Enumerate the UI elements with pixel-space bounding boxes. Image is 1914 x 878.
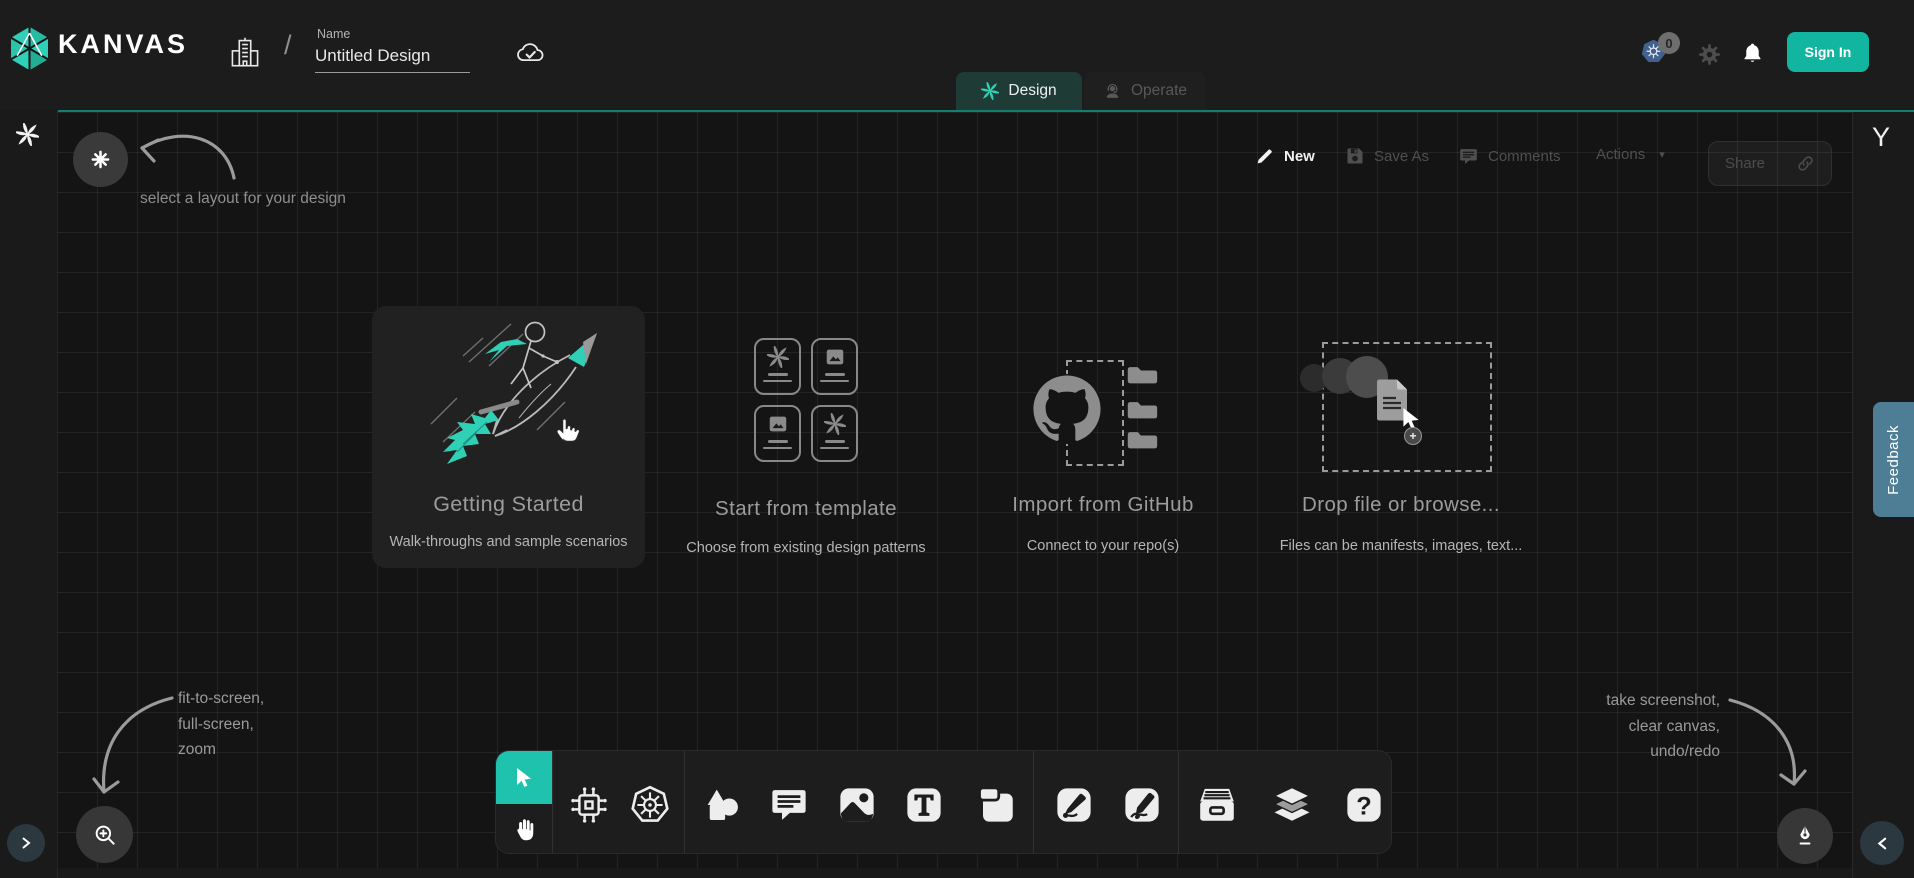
text-tool[interactable] bbox=[903, 784, 945, 826]
feedback-label: Feedback bbox=[1885, 425, 1902, 495]
layout-hint-arrow bbox=[112, 112, 242, 187]
tab-operate[interactable]: Operate bbox=[1084, 72, 1206, 110]
folder-icon bbox=[1126, 430, 1160, 451]
screenshot-pen-button[interactable] bbox=[1777, 808, 1833, 864]
expand-left-panel-button[interactable] bbox=[7, 824, 45, 862]
comments-bubble-icon bbox=[1458, 146, 1479, 167]
save-as-label: Save As bbox=[1374, 148, 1429, 165]
save-floppy-icon bbox=[1345, 146, 1365, 166]
pen-nib-icon bbox=[1792, 823, 1818, 849]
new-button[interactable]: New bbox=[1255, 146, 1315, 166]
tab-operate-label: Operate bbox=[1131, 82, 1187, 100]
pinwheel-icon bbox=[824, 413, 846, 435]
pan-tool[interactable] bbox=[496, 804, 552, 854]
notification-count-badge: 0 bbox=[1658, 32, 1680, 54]
new-pencil-icon bbox=[1255, 146, 1275, 166]
breadcrumb-slash: / bbox=[284, 30, 292, 61]
tool-palette bbox=[495, 750, 1392, 854]
settings-gear-icon[interactable] bbox=[1697, 42, 1722, 67]
comments-label: Comments bbox=[1488, 148, 1561, 165]
hand-cursor bbox=[550, 410, 586, 446]
template-tile bbox=[811, 338, 858, 395]
help-tool[interactable] bbox=[1343, 784, 1385, 826]
comment-tool[interactable] bbox=[768, 784, 810, 826]
share-label: Share bbox=[1725, 155, 1765, 172]
notifications-bell-icon[interactable] bbox=[1740, 41, 1765, 66]
card-title-template: Start from template bbox=[660, 497, 952, 521]
new-label: New bbox=[1284, 148, 1315, 165]
zoom-button[interactable] bbox=[76, 806, 133, 863]
left-panel-spiral-icon[interactable] bbox=[16, 123, 39, 146]
layout-asterisk-icon bbox=[89, 148, 112, 171]
pen-path-tool[interactable] bbox=[1053, 784, 1095, 826]
card-subtitle-template: Choose from existing design patterns bbox=[652, 540, 960, 556]
share-button[interactable]: Share bbox=[1708, 141, 1832, 186]
archive-tool[interactable] bbox=[1196, 784, 1238, 826]
pencil-tool[interactable] bbox=[1121, 784, 1163, 826]
pinwheel-icon bbox=[767, 346, 789, 368]
card-subtitle-drop: Files can be manifests, images, text... bbox=[1264, 538, 1538, 554]
card-title-drop: Drop file or browse... bbox=[1275, 493, 1527, 517]
comments-button[interactable]: Comments bbox=[1458, 146, 1561, 167]
github-octocat-icon bbox=[1032, 374, 1102, 444]
shapes-tool[interactable] bbox=[701, 784, 743, 826]
template-tile bbox=[811, 405, 858, 462]
zoom-hint-text: fit-to-screen, full-screen, zoom bbox=[178, 686, 264, 763]
cursor-arrow-icon bbox=[512, 766, 536, 790]
actions-dropdown[interactable]: Actions ▾ bbox=[1596, 146, 1665, 163]
template-tile bbox=[754, 338, 801, 395]
zoom-hint-arrow bbox=[88, 692, 180, 804]
brand-name: KANVAS bbox=[58, 29, 188, 60]
image-tool[interactable] bbox=[836, 784, 878, 826]
org-building-icon[interactable] bbox=[229, 35, 261, 69]
kanvas-app: KANVAS / Name 0 Sign In Design Operate Y bbox=[0, 0, 1914, 878]
image-icon bbox=[766, 413, 790, 435]
cloud-saved-icon bbox=[515, 40, 546, 64]
layers-tool[interactable] bbox=[1271, 784, 1313, 826]
image-icon bbox=[823, 346, 847, 368]
design-name-input[interactable] bbox=[315, 46, 470, 73]
expand-right-panel-button[interactable] bbox=[1860, 821, 1904, 865]
card-title-getting-started: Getting Started bbox=[372, 492, 645, 517]
left-panel-strip bbox=[0, 110, 58, 878]
plus-badge: + bbox=[1404, 427, 1422, 445]
card-title-github: Import from GitHub bbox=[988, 493, 1218, 517]
magnifier-plus-icon bbox=[92, 822, 118, 848]
layout-hint-text: select a layout for your design bbox=[140, 186, 346, 212]
template-tile bbox=[754, 405, 801, 462]
hand-icon bbox=[511, 816, 538, 843]
note-tool[interactable] bbox=[976, 784, 1018, 826]
design-name-label: Name bbox=[317, 27, 350, 41]
sign-in-button[interactable]: Sign In bbox=[1787, 32, 1869, 72]
operate-person-icon bbox=[1103, 82, 1122, 101]
tab-design[interactable]: Design bbox=[956, 72, 1082, 110]
kubernetes-tool[interactable] bbox=[629, 784, 671, 826]
screenshot-hint-arrow bbox=[1726, 694, 1810, 798]
template-thumbnails bbox=[754, 338, 858, 462]
app-header: KANVAS / Name 0 Sign In Design Operate bbox=[0, 0, 1914, 110]
folder-icon bbox=[1126, 365, 1160, 386]
actions-label: Actions bbox=[1596, 146, 1645, 163]
feedback-tab[interactable]: Feedback bbox=[1873, 402, 1914, 517]
microchip-tool[interactable] bbox=[568, 784, 610, 826]
card-subtitle-getting-started: Walk-throughs and sample scenarios bbox=[366, 534, 651, 550]
chevron-down-icon: ▾ bbox=[1659, 148, 1665, 161]
save-as-button[interactable]: Save As bbox=[1345, 146, 1429, 166]
tab-design-label: Design bbox=[1008, 82, 1056, 100]
rocket-illustration bbox=[423, 312, 608, 480]
screenshot-hint-text: take screenshot, clear canvas, undo/redo bbox=[1526, 688, 1720, 765]
share-link-icon bbox=[1796, 154, 1815, 173]
folder-icon bbox=[1126, 400, 1160, 421]
kanvas-logo-icon bbox=[11, 26, 48, 71]
card-subtitle-github: Connect to your repo(s) bbox=[975, 538, 1231, 554]
right-panel-y-logo[interactable]: Y bbox=[1872, 122, 1890, 153]
select-tool[interactable] bbox=[496, 751, 552, 804]
design-spiral-icon bbox=[981, 82, 999, 100]
